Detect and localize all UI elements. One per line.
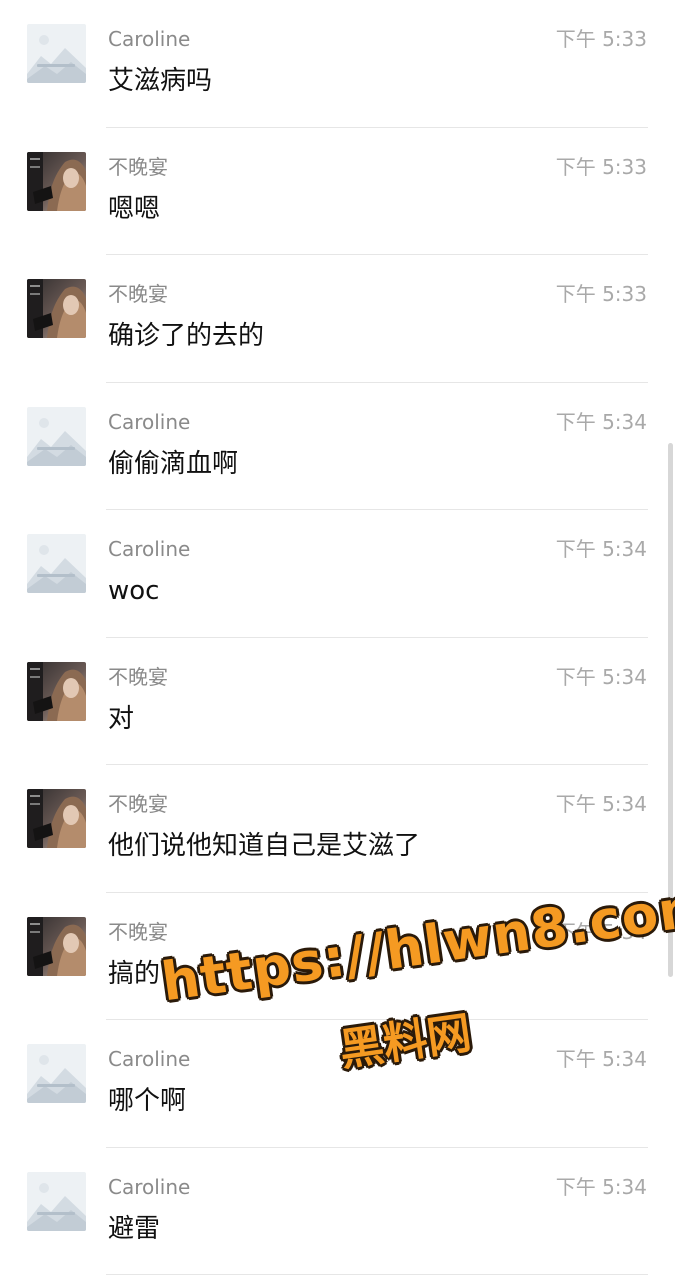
scrollbar[interactable] <box>667 0 675 1280</box>
avatar[interactable] <box>27 279 86 338</box>
avatar[interactable] <box>27 916 86 976</box>
avatar[interactable] <box>27 789 86 848</box>
message-timestamp: 下午 5:34 <box>555 537 647 561</box>
chat-message-row[interactable]: 不晚宴 下午 5:33 确诊了的去的 <box>0 255 675 383</box>
sender-name: Caroline <box>108 27 191 51</box>
placeholder-image-icon[interactable] <box>27 406 86 466</box>
placeholder-image-icon[interactable] <box>27 24 86 83</box>
chat-message-row[interactable]: 不晚宴 下午 5:34 搞的 <box>0 893 675 1020</box>
chat-message-row[interactable]: 不晚宴 下午 5:34 对 <box>0 638 675 765</box>
sender-name: 不晚宴 <box>108 664 168 689</box>
message-timestamp: 下午 5:34 <box>555 664 647 689</box>
message-timestamp: 下午 5:34 <box>555 919 647 944</box>
sender-name: Caroline <box>108 1174 191 1199</box>
message-text: 对 <box>108 703 135 734</box>
placeholder-image-icon[interactable] <box>27 534 86 593</box>
avatar[interactable] <box>27 151 86 211</box>
chat-message-row[interactable]: Caroline 下午 5:34 woc <box>0 510 675 638</box>
chat-message-row[interactable]: Caroline 下午 5:33 艾滋病吗 <box>0 0 675 128</box>
placeholder-image-icon[interactable] <box>27 1171 86 1231</box>
message-text: 哪个啊 <box>108 1086 187 1116</box>
message-text: 艾滋病吗 <box>108 66 213 96</box>
chat-history-list: Caroline 下午 5:33 艾滋病吗 不晚宴 下午 5:33 嗯嗯 不晚宴… <box>0 0 675 1275</box>
sender-name: 不晚宴 <box>108 154 168 179</box>
chat-message-row[interactable]: Caroline 下午 5:34 哪个啊 <box>0 1020 675 1148</box>
message-text: 嗯嗯 <box>108 193 161 224</box>
message-text: 确诊了的去的 <box>108 321 265 351</box>
sender-name: 不晚宴 <box>108 792 168 816</box>
message-text: 避雷 <box>108 1213 161 1244</box>
message-timestamp: 下午 5:33 <box>555 154 647 179</box>
placeholder-image-icon[interactable] <box>27 1044 86 1103</box>
message-text: woc <box>108 576 160 606</box>
chat-message-row[interactable]: Caroline 下午 5:34 避雷 <box>0 1148 675 1275</box>
message-timestamp: 下午 5:34 <box>555 792 647 816</box>
scrollbar-thumb[interactable] <box>668 443 673 977</box>
message-timestamp: 下午 5:33 <box>555 282 647 306</box>
sender-name: Caroline <box>108 537 191 561</box>
chat-message-row[interactable]: Caroline 下午 5:34 偷偷滴血啊 <box>0 383 675 510</box>
divider <box>106 1274 648 1275</box>
chat-message-row[interactable]: 不晚宴 下午 5:33 嗯嗯 <box>0 128 675 255</box>
message-text: 搞的 <box>108 958 161 989</box>
message-text: 他们说他知道自己是艾滋了 <box>108 831 421 861</box>
sender-name: Caroline <box>108 1047 191 1071</box>
sender-name: Caroline <box>108 409 191 434</box>
chat-message-row[interactable]: 不晚宴 下午 5:34 他们说他知道自己是艾滋了 <box>0 765 675 893</box>
message-timestamp: 下午 5:34 <box>555 1047 647 1071</box>
sender-name: 不晚宴 <box>108 282 168 306</box>
message-text: 偷偷滴血啊 <box>108 448 239 479</box>
sender-name: 不晚宴 <box>108 919 168 944</box>
message-timestamp: 下午 5:34 <box>555 409 647 434</box>
avatar[interactable] <box>27 661 86 721</box>
message-timestamp: 下午 5:33 <box>555 27 647 51</box>
message-timestamp: 下午 5:34 <box>555 1174 647 1199</box>
